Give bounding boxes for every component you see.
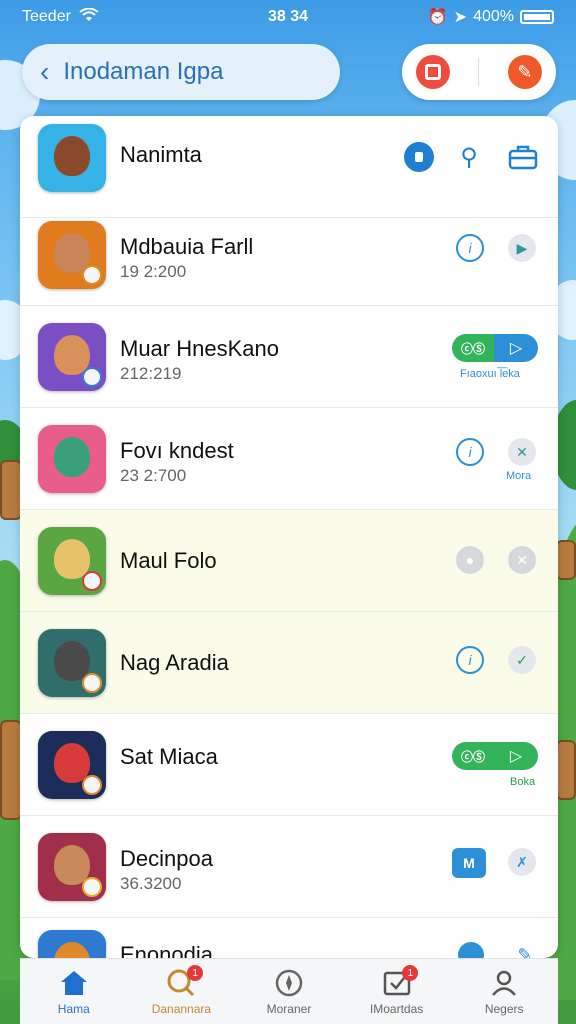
play-icon: ▷ <box>494 742 538 770</box>
list-item[interactable]: Mdbauia Farll 19 2:200 i ▶ <box>20 204 558 306</box>
location-icon: ➤ <box>453 9 468 26</box>
app-date: 36.3200 <box>120 874 182 893</box>
search-icon[interactable]: ⚲ <box>452 140 486 174</box>
app-icon <box>38 425 106 493</box>
app-name: Mdbauia Farll <box>120 234 254 259</box>
app-name: Fovı kndest <box>120 438 234 463</box>
app-name: Decinpoa <box>120 846 213 871</box>
info-icon[interactable]: i <box>456 234 484 262</box>
list-item[interactable]: Muar HnesKano 212:219 ⓒⓈ ▷ Fıaoxuı l͞eka <box>20 306 558 408</box>
chevron-left-icon[interactable]: ‹ <box>40 58 49 86</box>
stop-icon <box>425 64 442 80</box>
tab-search[interactable]: Danannara 1 <box>128 959 236 1024</box>
app-list: Nanimta ⚲ Mdbauia Farll 19 2:200 i ▶ Mua… <box>20 116 558 958</box>
app-name: Maul Folo <box>120 548 217 573</box>
play-icon: ▷ <box>494 334 538 362</box>
app-name: Enonodia <box>120 942 213 958</box>
toggle-caption: Boka <box>510 776 536 788</box>
app-icon <box>38 527 106 595</box>
list-item[interactable]: Nag Aradia i ✓ <box>20 612 558 714</box>
clock: 38 34 <box>267 8 309 25</box>
wrench-icon: ✎ <box>517 61 533 82</box>
tab-explore[interactable]: Moraner <box>235 959 343 1024</box>
play-icon[interactable]: ▶ <box>508 234 536 262</box>
briefcase-icon[interactable] <box>506 140 540 174</box>
tab-bar: Hama Danannara 1 Moraner IMoartdas 1 Neg… <box>20 958 558 1024</box>
app-icon <box>38 833 106 901</box>
shield-icon[interactable] <box>404 142 434 172</box>
list-item[interactable]: Maul Folo ● ✕ <box>20 510 558 612</box>
edit-icon[interactable]: ✎ <box>512 942 538 959</box>
divider <box>478 57 480 87</box>
notification-badge: 1 <box>187 965 204 981</box>
app-name: Sat Miaca <box>120 744 218 769</box>
toggle-switch[interactable]: ⓒⓈ ▷ <box>452 742 538 770</box>
app-date: 23 2:700 <box>120 466 187 485</box>
battery-percent: 400% <box>473 8 514 25</box>
list-item[interactable]: Enonodia ✎ <box>20 918 558 958</box>
app-icon <box>38 221 106 289</box>
toggle-switch[interactable]: ⓒⓈ ▷ <box>452 334 538 362</box>
list-item[interactable]: Sat Miaca ⓒⓈ ▷ Boka <box>20 714 558 816</box>
close-icon[interactable]: ✕ <box>508 546 536 574</box>
app-icon <box>38 629 106 697</box>
search-title: Inodaman Igpa <box>63 58 224 85</box>
alarm-icon: ⏰ <box>427 9 448 26</box>
list-item[interactable]: Decinpoa 36.3200 M ✗ <box>20 816 558 918</box>
app-name: Nanimta <box>120 142 202 167</box>
home-icon <box>59 968 89 998</box>
search-bar[interactable]: ‹ Inodaman Igpa <box>22 44 340 100</box>
wifi-icon <box>79 7 99 27</box>
app-date: 19 2:200 <box>120 262 187 281</box>
info-icon[interactable] <box>458 942 484 958</box>
status-bar: Teeder 38 34 ⏰ ➤ 400% <box>0 0 576 34</box>
close-icon[interactable]: ✕ <box>508 438 536 466</box>
tab-home[interactable]: Hama <box>20 959 128 1024</box>
tool-icon[interactable]: ✗ <box>508 848 536 876</box>
shield-icon[interactable]: ● <box>456 546 484 574</box>
app-icon <box>38 124 106 192</box>
info-icon[interactable]: i <box>456 438 484 466</box>
tab-profile[interactable]: Negers <box>450 959 558 1024</box>
person-icon <box>489 968 519 998</box>
header-actions: ✎ <box>402 44 556 100</box>
app-date: 212:219 <box>120 364 182 383</box>
app-icon <box>38 323 106 391</box>
tab-inbox[interactable]: IMoartdas 1 <box>343 959 451 1024</box>
list-item[interactable]: Nanimta ⚲ <box>20 116 558 218</box>
app-icon <box>38 930 106 958</box>
app-name: Nag Aradia <box>120 650 229 675</box>
list-item[interactable]: Fovı kndest 23 2:700 i ✕ Mora <box>20 408 558 510</box>
wrench-button[interactable]: ✎ <box>507 55 542 89</box>
info-icon[interactable]: i <box>456 646 484 674</box>
stop-button[interactable] <box>416 55 451 89</box>
notification-badge: 1 <box>402 965 419 981</box>
app-name: Muar HnesKano <box>120 336 279 361</box>
check-icon[interactable]: ✓ <box>508 646 536 674</box>
toggle-caption: Fıaoxuı l͞eka <box>460 368 520 380</box>
compass-icon <box>274 968 304 998</box>
row-caption: Mora <box>506 470 532 482</box>
battery-icon <box>520 10 554 24</box>
carrier-label: Teeder <box>22 8 71 25</box>
map-button[interactable]: M <box>452 848 486 878</box>
app-icon <box>38 731 106 799</box>
